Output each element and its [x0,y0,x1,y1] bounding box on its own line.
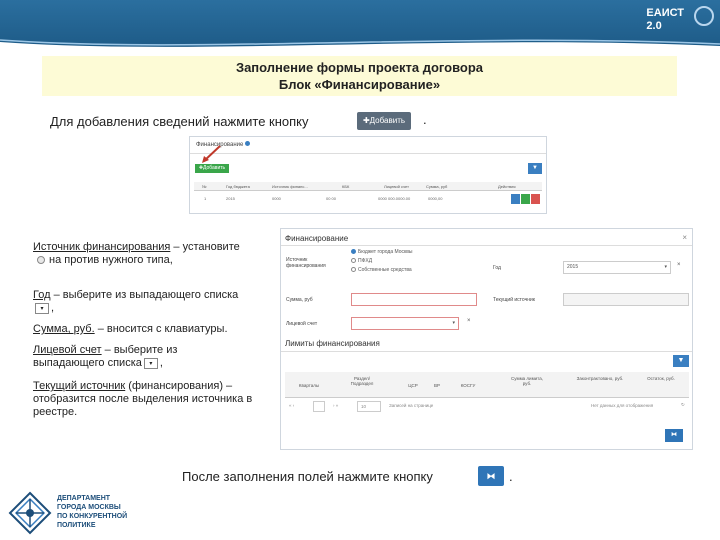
shot1-table-header: № Год бюджета Источник финанс... КБК Лиц… [194,182,542,191]
dropdown-icon: ▾ [143,357,158,369]
delete-icon[interactable] [531,194,540,204]
department-name: ДЕПАРТАМЕНТ ГОРОДА МОСКВЫ ПО КОНКУРЕНТНО… [57,495,128,529]
brand-label: ЕАИСТ 2.0 [646,7,684,32]
dropdown-icon: ▾ [35,302,49,314]
pager-empty-text: Нет данных для отображения [591,403,654,408]
final-text: После заполнения полей нажмите кнопку [182,469,433,484]
instruction-source: Источник финансирования – установитена п… [33,241,240,266]
limits-filter-icon[interactable]: ▼ [673,355,689,367]
page-number-input[interactable] [313,401,325,412]
current-source-label: Текущий источник [493,297,535,303]
shot1-filter-icon[interactable]: ▼ [528,163,542,174]
limits-pager: « ‹ › » 10 Записей на странице Нет данны… [285,401,689,413]
instruction-current-source: Текущий источник (финансирования) – отоб… [33,380,253,418]
clear-year-icon[interactable]: × [677,262,681,268]
pager-next-icon[interactable]: › » [333,403,338,408]
save-button-illustration: ⧓ [478,466,504,486]
current-source-field [563,293,689,306]
wave-decoration [0,39,720,56]
limits-title: Лимиты финансирования [285,339,380,348]
instruction-sum: Сумма, руб. – вносится с клавиатуры. [33,323,228,335]
financing-list-screenshot: Финансирование ✚Добавить ▼ № Год бюджета… [189,136,547,214]
refresh-icon[interactable]: ↻ [681,402,685,408]
page-title: Заполнение формы проекта договора Блок «… [42,56,677,96]
source-radio-group[interactable]: Бюджет города Москвы ПФХД Собственные ср… [351,248,412,275]
pager-label: Записей на странице [389,403,434,408]
edit-icon[interactable] [511,194,520,204]
radio-budget[interactable]: Бюджет города Москвы [351,248,412,257]
shot2-title: Финансирование [285,234,349,243]
radio-icon [37,256,45,265]
limits-table-header: Кварталы Раздел/ Подраздел ЦСР ВР КОСГУ … [285,372,689,398]
clear-account-icon[interactable]: × [467,318,471,324]
year-select[interactable]: 2015 ▾ [563,261,671,274]
sum-input[interactable] [351,293,477,306]
account-select[interactable]: ▾ [351,317,459,330]
close-icon[interactable]: × [682,233,687,242]
financing-form-screenshot: Финансирование × Источник финансирования … [280,228,693,450]
department-logo-icon [8,491,52,535]
add-button-illustration: ✚Добавить [357,112,411,130]
pager-prev-icon[interactable]: « ‹ [289,403,294,408]
instruction-year: Год – выберите из выпадающего списка▾, [33,289,239,314]
sum-label: Сумма, руб [286,297,313,303]
intro-text: Для добавления сведений нажмите кнопку [50,114,309,129]
source-label: Источник финансирования [286,257,326,269]
account-label: Лицевой счет [286,321,318,327]
table-row[interactable]: 1 2015 0000 00 00 0000 000.0000.00 0000,… [194,194,542,206]
brand-ring-icon [694,6,714,26]
top-bar: ЕАИСТ 2.0 [0,0,720,56]
radio-pfhd[interactable]: ПФХД [351,257,412,266]
view-icon[interactable] [521,194,530,204]
save-button[interactable]: ⧓ [665,429,683,442]
page-size-select[interactable]: 10 [357,401,381,412]
shot1-add-button[interactable]: ✚Добавить [195,164,229,173]
info-icon [245,141,251,146]
radio-own-funds[interactable]: Собственные средства [351,266,412,275]
instruction-account: Лицевой счет – выберите из выпадающего с… [33,344,178,369]
arrow-icon [202,145,221,163]
year-label: Год [493,265,501,271]
